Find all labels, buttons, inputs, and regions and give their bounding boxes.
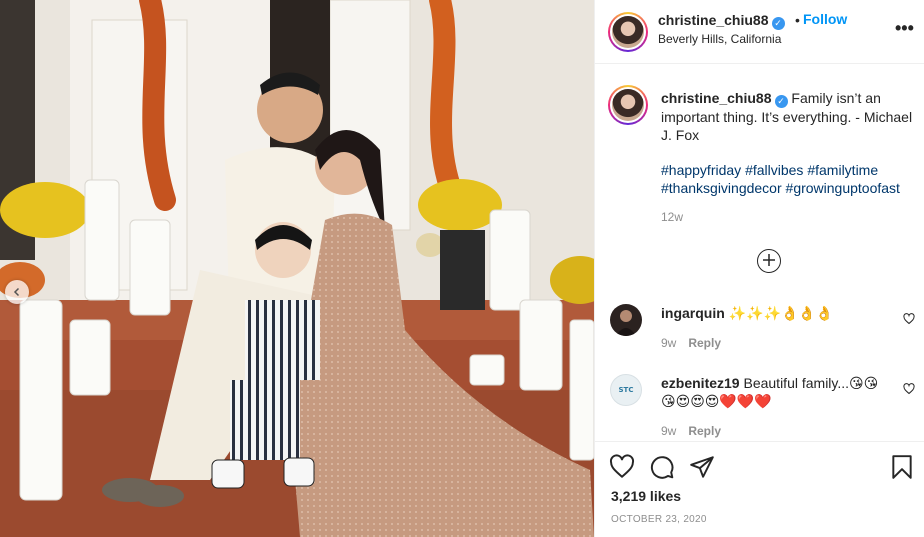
likes-count[interactable]: 3,219 likes (611, 488, 681, 504)
bookmark-icon[interactable] (889, 454, 915, 480)
hashtag-link[interactable]: #fallvibes (745, 162, 803, 178)
hashtag-link[interactable]: #familytime (807, 162, 878, 178)
caption-timestamp[interactable]: 12w (661, 210, 683, 224)
avatar[interactable] (610, 304, 642, 336)
location-link[interactable]: Beverly Hills, California (658, 32, 781, 46)
comment-username[interactable]: ingarquin (661, 305, 725, 321)
comment-meta: 9w Reply (661, 424, 721, 438)
caption: christine_chiu88 ✓ Family isn’t an import… (661, 89, 921, 144)
carousel-prev-button[interactable] (5, 280, 29, 304)
hashtags: #happyfriday #fallvibes #familytime #tha… (661, 161, 923, 197)
post-date[interactable]: OCTOBER 23, 2020 (611, 514, 707, 525)
plus-circle-icon (762, 253, 776, 270)
hashtag-link[interactable]: #happyfriday (661, 162, 741, 178)
follow-button[interactable]: Follow (803, 11, 847, 27)
comment-meta: 9w Reply (661, 336, 721, 350)
post-header: christine_chiu88 ✓ • Follow Beverly Hills… (595, 0, 924, 64)
comment-timestamp[interactable]: 9w (661, 424, 676, 438)
reply-button[interactable]: Reply (688, 336, 721, 350)
avatar[interactable]: STC (610, 374, 642, 406)
separator-dot: • (795, 12, 800, 28)
share-icon[interactable] (689, 454, 715, 480)
comment-body: ✨✨✨👌👌👌 (728, 305, 834, 321)
heart-icon[interactable] (609, 454, 635, 480)
post-photo[interactable] (0, 0, 594, 537)
caption-avatar[interactable] (608, 85, 648, 125)
comment-like-icon[interactable] (903, 382, 917, 396)
avatar[interactable] (608, 12, 648, 52)
comment-icon[interactable] (649, 454, 675, 480)
family-photo-illustration (0, 0, 594, 537)
verified-badge-icon: ✓ (774, 95, 788, 108)
reply-button[interactable]: Reply (688, 424, 721, 438)
post-details-panel: christine_chiu88 ✓ • Follow Beverly Hills… (594, 0, 924, 537)
chevron-left-icon (12, 287, 22, 297)
hashtag-link[interactable]: #growinguptoofast (786, 180, 900, 196)
header-username[interactable]: christine_chiu88 ✓ (658, 12, 785, 30)
comment-text: ezbenitez19 Beautiful family...😘😘😘😍😍😍❤️❤… (661, 374, 891, 410)
comment-text: ingarquin ✨✨✨👌👌👌 (661, 304, 891, 322)
hashtag-link[interactable]: #thanksgivingdecor (661, 180, 782, 196)
avatar-logo-text: STC (618, 386, 634, 394)
comment-timestamp[interactable]: 9w (661, 336, 676, 350)
verified-badge-icon: ✓ (771, 17, 785, 30)
comment-like-icon[interactable] (903, 312, 917, 326)
post-actions: 3,219 likes OCTOBER 23, 2020 (595, 441, 924, 537)
load-more-comments-button[interactable] (757, 249, 781, 273)
caption-username[interactable]: christine_chiu88 (661, 90, 772, 106)
more-options-icon[interactable]: ••• (895, 19, 914, 37)
comment-username[interactable]: ezbenitez19 (661, 375, 740, 391)
